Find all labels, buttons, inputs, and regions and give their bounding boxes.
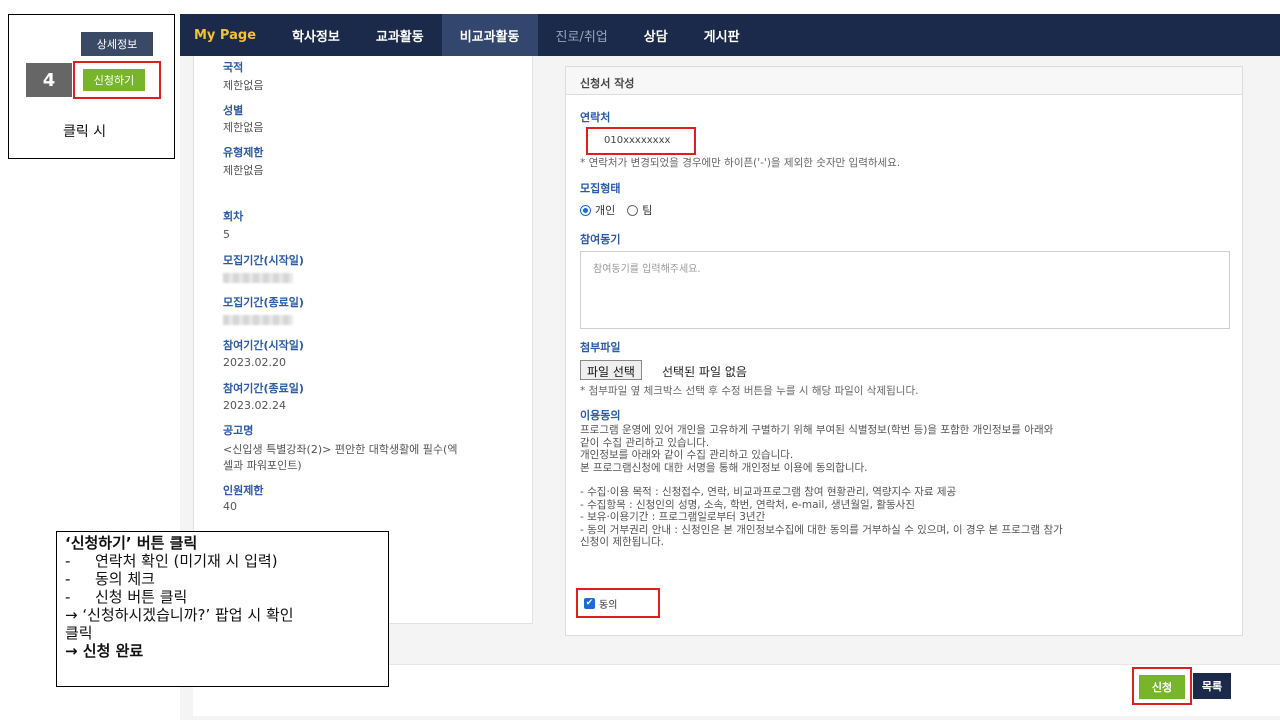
instruction-step-text: 연락처 확인 (미기재 시 입력) [95, 552, 278, 570]
gender-value: 제한없음 [223, 121, 264, 134]
notice-title-value-line2: 셀과 파워포인트) [223, 459, 302, 472]
instruction-done: → 신청 완료 [65, 642, 144, 660]
recruit-start-value-redacted [223, 268, 293, 287]
participate-end-value: 2023.02.24 [223, 399, 286, 412]
type-limit-label: 유형제한 [223, 146, 264, 159]
radio-individual-label: 개인 [595, 204, 616, 217]
consent-line: - 동의 거부권리 안내 : 신청인은 본 개인정보수집에 대한 동의를 거부하… [580, 523, 1063, 536]
consent-label: 이용동의 [580, 409, 621, 422]
nav-academic-info[interactable]: 학사정보 [274, 14, 358, 56]
nationality-label: 국적 [223, 61, 244, 74]
instruction-title: ‘신청하기’ 버튼 클릭 [65, 534, 198, 552]
attachment-label: 첨부파일 [580, 341, 621, 354]
participate-start-label: 참여기간(시작일) [223, 339, 304, 352]
consent-line: - 수집항목 : 신청인의 성명, 소속, 학번, 연락처, e-mail, 생… [580, 498, 915, 511]
round-label: 회차 [223, 210, 244, 223]
instruction-step-text: 신청 버튼 클릭 [95, 588, 188, 606]
contact-input[interactable]: 010xxxxxxxx [586, 127, 696, 155]
recruit-start-label: 모집기간(시작일) [223, 254, 304, 267]
motive-label: 참여동기 [580, 233, 621, 246]
type-limit-value: 제한없음 [223, 164, 264, 177]
consent-line: 신청이 제한됩니다. [580, 536, 664, 548]
callout-caption: 클릭 시 [63, 124, 107, 140]
step-callout: 상세정보 4 신청하기 클릭 시 [8, 14, 175, 159]
instruction-step-text: 동의 체크 [95, 570, 155, 588]
motive-textarea[interactable]: 참여동기를 입력해주세요. [580, 251, 1230, 329]
contact-note: * 연락처가 변경되었을 경우에만 하이픈('-')을 제외한 숫자만 입력하세… [580, 157, 901, 169]
consent-line: 같이 수집 관리하고 있습니다. [580, 436, 710, 449]
nav-board[interactable]: 게시판 [686, 14, 758, 56]
step-number: 4 [26, 63, 72, 97]
instruction-box: ‘신청하기’ 버튼 클릭 - 연락처 확인 (미기재 시 입력) - 동의 체크 -… [56, 531, 389, 687]
instruction-popup-line-2: 클릭 [65, 624, 93, 642]
top-navigation: My Page 학사정보 교과활동 비교과활동 진로/취업 상담 게시판 [180, 14, 1280, 56]
recruit-type-label: 모집형태 [580, 182, 621, 195]
file-none-text: 선택된 파일 없음 [662, 365, 747, 379]
instruction-popup-line-1: → ‘신청하시겠습니까?’ 팝업 시 확인 [65, 606, 294, 624]
consent-line: 프로그램 운영에 있어 개인을 고유하게 구별하기 위해 부여된 식별정보(학번… [580, 424, 1054, 436]
nationality-value: 제한없음 [223, 79, 264, 92]
application-form: 신청서 작성 연락처 010xxxxxxxx * 연락처가 변경되었을 경우에만… [565, 66, 1243, 636]
file-select-button[interactable]: 파일 선택 [580, 360, 642, 380]
instruction-step: - 동의 체크 [65, 570, 155, 588]
list-button[interactable]: 목록 [1193, 673, 1231, 699]
gender-label: 성별 [223, 104, 244, 117]
attachment-note: * 첨부파일 옆 체크박스 선택 후 수정 버튼을 누를 시 해당 파일이 삭제… [580, 385, 919, 397]
agree-highlight: ✔ 동의 [576, 588, 660, 618]
contact-label: 연락처 [580, 111, 611, 124]
detail-button[interactable]: 상세정보 [81, 32, 153, 56]
participate-end-label: 참여기간(종료일) [223, 382, 304, 395]
notice-title-value-line1: <신입생 특별강좌(2)> 편안한 대학생활에 필수(엑 [223, 443, 458, 456]
consent-line: 본 프로그램신청에 대한 서명을 통해 개인정보 이용에 동의합니다. [580, 461, 868, 474]
notice-title-label: 공고명 [223, 424, 254, 437]
consent-line: - 수집·이용 목적 : 신청접수, 연락, 비교과프로그램 참여 현황관리, … [580, 486, 957, 498]
form-header: 신청서 작성 [566, 67, 1242, 95]
capacity-value: 40 [223, 500, 237, 513]
round-value: 5 [223, 228, 230, 241]
participate-start-value: 2023.02.20 [223, 356, 286, 369]
radio-team-label: 팀 [642, 204, 653, 217]
recruit-end-label: 모집기간(종료일) [223, 296, 304, 309]
nav-counseling[interactable]: 상담 [626, 14, 686, 56]
apply-button[interactable]: 신청 [1139, 675, 1185, 699]
consent-line: - 보유·이용기간 : 프로그램일로부터 3년간 [580, 511, 766, 523]
consent-line: 개인정보를 아래와 같이 수집 관리하고 있습니다. [580, 449, 794, 461]
nav-my-page[interactable]: My Page [180, 14, 274, 56]
instruction-step: - 연락처 확인 (미기재 시 입력) [65, 552, 278, 570]
capacity-label: 인원제한 [223, 484, 264, 497]
instruction-step: - 신청 버튼 클릭 [65, 588, 188, 606]
radio-team[interactable] [627, 204, 639, 216]
consent-spacer [580, 474, 1236, 486]
apply-highlight: 신청 [1132, 667, 1192, 705]
consent-text: 프로그램 운영에 있어 개인을 고유하게 구별하기 위해 부여된 식별정보(학번… [580, 424, 1236, 549]
agree-label: 동의 [599, 600, 618, 611]
nav-extracurricular[interactable]: 비교과활동 [441, 14, 538, 56]
recruit-type-radio-group: 개인 팀 [580, 202, 652, 218]
recruit-end-value-redacted [223, 310, 293, 329]
agree-checkbox[interactable]: ✔ [584, 598, 595, 609]
radio-individual[interactable] [580, 204, 591, 216]
callout-apply-highlight: 신청하기 [73, 61, 161, 99]
nav-career[interactable]: 진로/취업 [538, 14, 626, 56]
callout-apply-button[interactable]: 신청하기 [83, 69, 145, 91]
nav-curricular[interactable]: 교과활동 [358, 14, 442, 56]
